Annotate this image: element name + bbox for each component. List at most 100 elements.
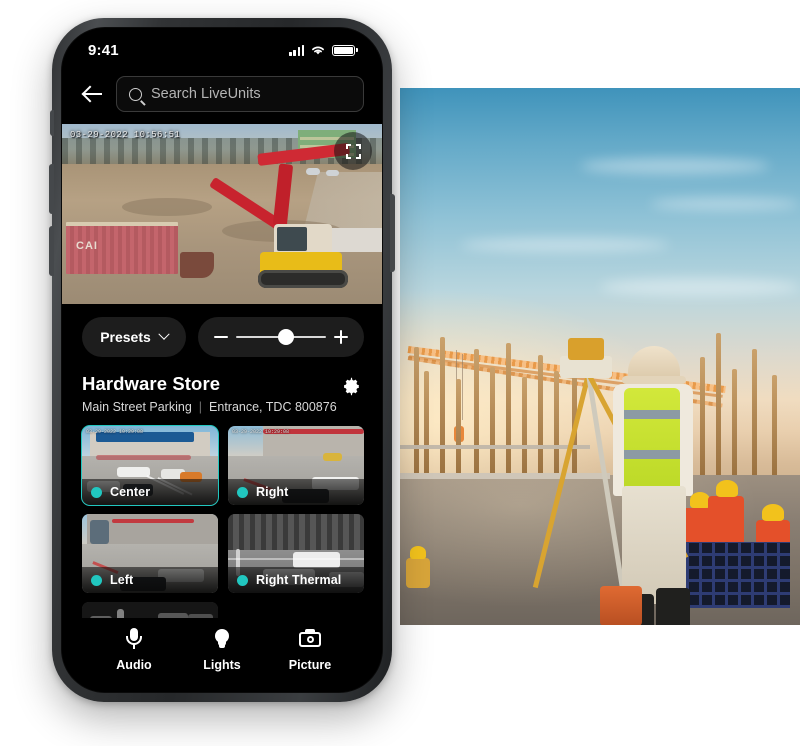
nav-label-lights: Lights [203,658,241,672]
camera-tile-label: Right Thermal [256,573,342,587]
site-subtitle: Main Street Parking | Entrance, TDC 8008… [82,400,364,414]
background-worker-helmet [716,480,738,497]
camera-icon [299,628,321,650]
plus-icon[interactable] [334,330,348,344]
rebar-column [538,355,543,475]
top-navigation-bar: Search LiveUnits [62,72,382,124]
shipping-container [66,222,178,274]
surveying-theodolite [568,338,604,360]
site-detail: Entrance, TDC 800876 [209,400,337,414]
camera-tile-label-bar: Right [228,479,364,505]
nav-item-audio[interactable]: Audio [90,628,178,672]
presets-dropdown[interactable]: Presets [82,317,186,357]
video-timestamp-overlay: 03-29-2022 10:56:51 [70,130,181,140]
camera-tile-label: Right [256,485,289,499]
volume-up-button[interactable] [49,164,54,214]
surveyor-boot [656,588,690,625]
background-worker-vest [406,558,430,588]
gear-icon[interactable] [341,376,362,397]
microphone-icon [123,628,145,650]
wifi-icon [312,46,325,55]
stacked-pipes [686,542,790,608]
equipment-case [600,586,642,625]
thumbnail-timestamp: 03-29-2022 10:29:08 [86,429,144,435]
battery-full-icon [332,44,358,56]
safety-rail [400,445,590,449]
rebar-column [554,371,559,475]
white-pickup-truck [328,228,382,252]
status-bar-icons [289,44,358,56]
status-dot-online [91,486,102,498]
skid-steer-track [258,270,348,288]
live-camera-view[interactable]: 03-29-2022 10:56:51 [62,124,382,304]
search-input[interactable]: Search LiveUnits [116,76,364,112]
camera-tile-left[interactable]: Left [82,514,218,593]
phone-screen: 9:41 Search LiveUnits CAI 03-29-2022 10:… [61,27,383,693]
camera-thumbnail-grid: 03-29-2022 10:29:08 Center 03-29-2022 10… [62,416,382,650]
distant-car [326,170,339,176]
background-construction-photo [400,88,800,625]
chevron-down-icon [158,328,170,340]
rebar-column [716,333,721,475]
zoom-slider-group [198,317,364,357]
distant-car [306,168,320,175]
nav-item-lights[interactable]: Lights [178,628,266,672]
rebar-column [522,377,527,475]
surveyor-hat-brim [622,376,686,384]
safety-rail [400,473,610,479]
camera-tile-label-bar: Left [82,567,218,593]
volume-down-button[interactable] [49,226,54,276]
status-dot-online [237,574,248,586]
rebar-column [772,375,777,475]
thumbnail-timestamp: 03-29-2022 10:29:08 [232,429,290,435]
power-button[interactable] [390,194,395,272]
background-worker-helmet [762,504,784,521]
rebar-column [700,357,705,475]
rebar-column [752,349,757,475]
status-dot-online [237,486,248,498]
camera-tile-right-thermal[interactable]: Right Thermal [228,514,364,593]
status-bar-time: 9:41 [88,41,119,59]
background-worker-helmet [410,546,426,559]
camera-tile-right[interactable]: 03-29-2022 10:29:08 Right [228,426,364,505]
surveyor-hi-vis-vest [624,388,680,492]
camera-tile-center[interactable]: 03-29-2022 10:29:08 Center [81,425,219,506]
cellular-signal-icon [289,44,305,56]
cloud-wisp [460,238,670,252]
rebar-column [440,337,445,475]
bottom-navigation-bar: Audio Lights Picture [62,618,382,692]
excavator-bucket [180,252,214,278]
site-location: Main Street Parking [82,400,192,414]
camera-controls-row: Presets [62,304,382,367]
minus-icon[interactable] [214,335,228,339]
lightbulb-icon [211,628,233,650]
camera-tile-label-bar: Center [82,479,218,505]
camera-tile-label-bar: Right Thermal [228,567,364,593]
rebar-column [414,347,419,475]
back-arrow-icon[interactable] [82,84,104,104]
crane-cable [462,354,463,420]
subtitle-divider: | [198,400,203,414]
nav-item-picture[interactable]: Picture [266,628,354,672]
camera-tile-label: Left [110,573,134,587]
status-dot-online [91,574,102,586]
presets-label: Presets [100,329,151,345]
zoom-slider-knob[interactable] [277,328,294,345]
rebar-column [474,349,479,475]
search-icon [129,87,142,101]
rebar-column [506,343,511,475]
fullscreen-expand-icon[interactable] [334,132,372,170]
cloud-wisp [580,158,770,174]
screenshot-root: 9:41 Search LiveUnits CAI 03-29-2022 10:… [0,0,800,746]
rebar-column [424,371,429,475]
status-bar: 9:41 [62,28,382,72]
nav-label-picture: Picture [288,658,332,672]
zoom-slider-track[interactable] [236,328,326,345]
silence-switch[interactable] [50,110,54,136]
site-title-block: Hardware Store Main Street Parking | Ent… [62,367,382,416]
dirt-patch [122,198,212,216]
cloud-wisp [650,198,800,210]
page-title: Hardware Store [82,373,221,394]
cloud-wisp [600,278,800,296]
nav-label-audio: Audio [116,658,152,672]
